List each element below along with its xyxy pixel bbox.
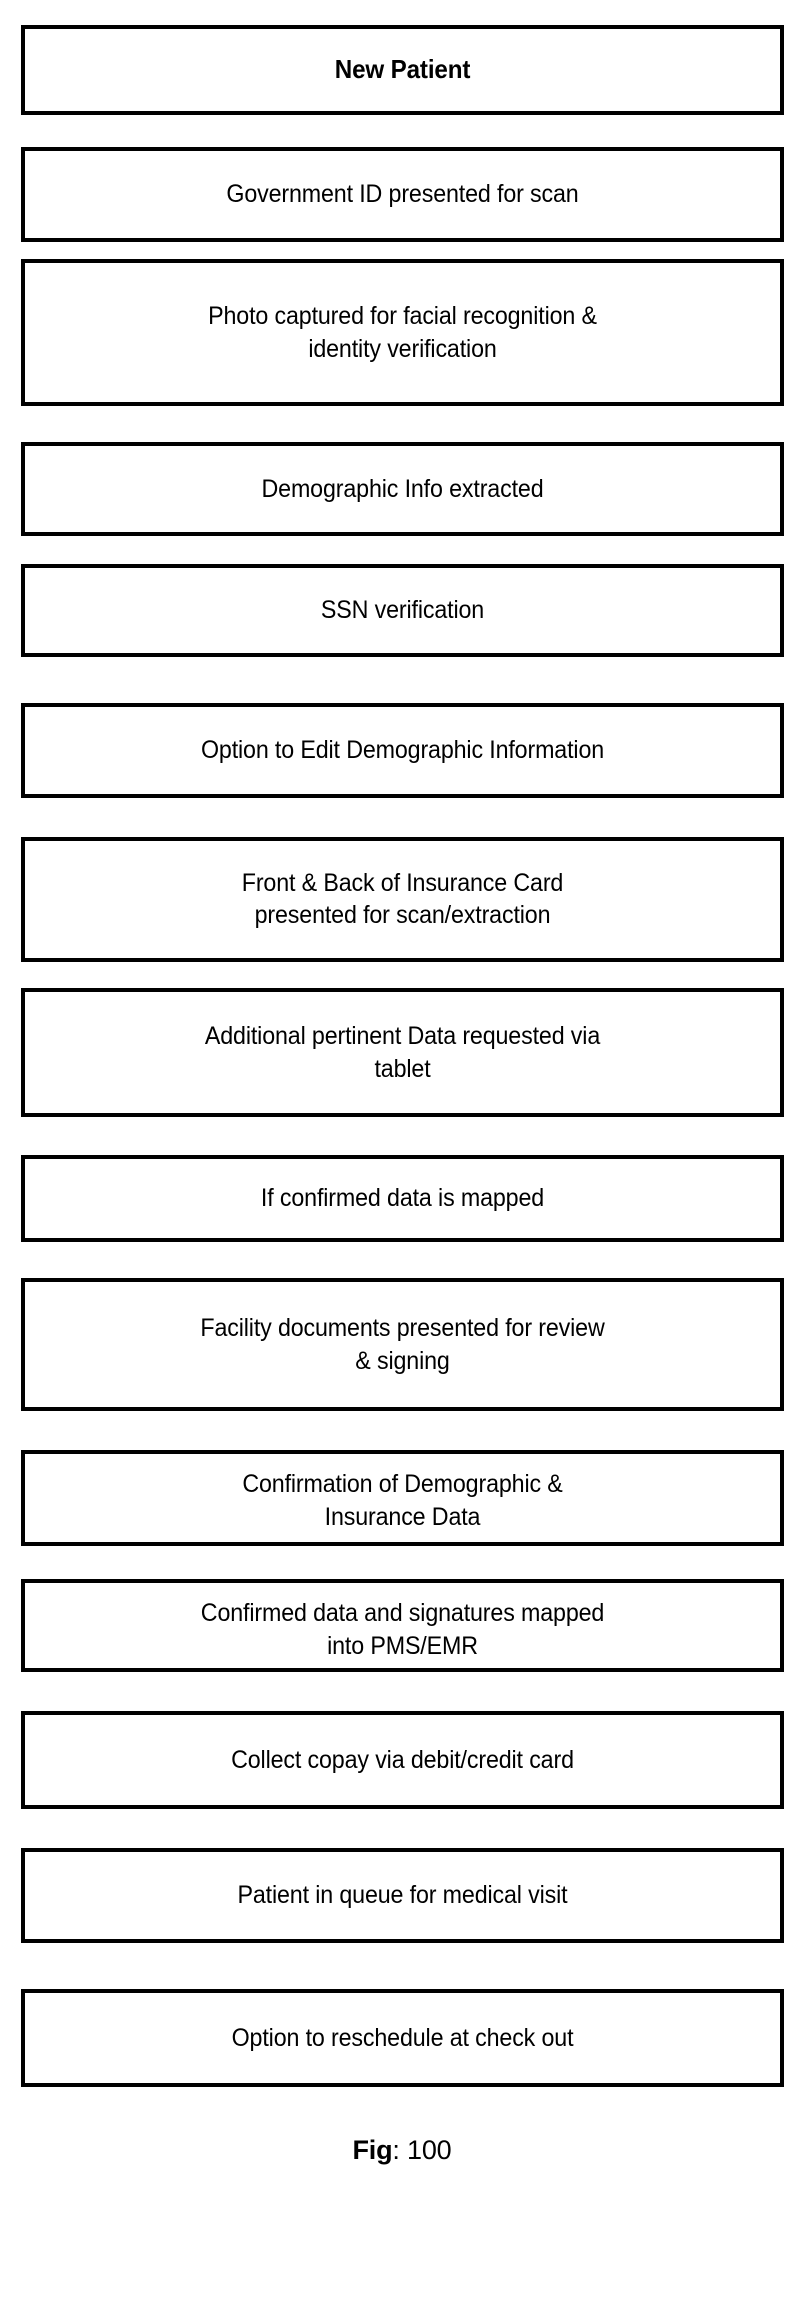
figure-caption: Fig: 100 bbox=[0, 2135, 804, 2166]
flow-box-label: Demographic Info extracted bbox=[261, 475, 544, 504]
flow-box-label: Additional pertinent Data requested via … bbox=[204, 1022, 601, 1083]
flow-box-label: Photo captured for facial recognition & … bbox=[208, 302, 597, 363]
flow-box-label: Option to Edit Demographic Information bbox=[200, 736, 605, 765]
flow-box-label: Front & Back of Insurance Card presented… bbox=[241, 868, 564, 930]
flow-box-label: Government ID presented for scan bbox=[226, 180, 579, 209]
flow-box-label: Patient in queue for medical visit bbox=[237, 1881, 568, 1910]
flow-box-confirmed-data-mapped: If confirmed data is mapped bbox=[21, 1155, 784, 1242]
flow-box-photo-facial-recognition: Photo captured for facial recognition & … bbox=[21, 259, 784, 406]
flow-box-edit-demographic-info: Option to Edit Demographic Information bbox=[21, 702, 784, 798]
flow-box-facility-documents-review: Facility documents presented for review … bbox=[21, 1278, 784, 1412]
flow-box-government-id-scan: Government ID presented for scan bbox=[21, 147, 784, 243]
flow-box-label: Option to reschedule at check out bbox=[231, 2024, 574, 2053]
flow-box-reschedule-at-checkout: Option to reschedule at check out bbox=[21, 1989, 784, 2088]
flow-box-label: New Patient bbox=[334, 54, 471, 85]
flow-box-confirmation-demographic: Confirmation of Demographic & Insurance … bbox=[21, 1450, 784, 1546]
flow-box-label: Facility documents presented for review … bbox=[200, 1314, 605, 1375]
flow-box-label: If confirmed data is mapped bbox=[260, 1184, 545, 1213]
flow-box-patient-in-queue: Patient in queue for medical visit bbox=[21, 1848, 784, 1944]
figure-caption-label: Fig bbox=[352, 2135, 393, 2166]
flow-box-collect-copay: Collect copay via debit/credit card bbox=[21, 1710, 784, 1809]
flow-box-label: Confirmed data and signatures mapped int… bbox=[200, 1599, 605, 1660]
flow-box-label: Confirmation of Demographic & Insurance … bbox=[242, 1470, 563, 1531]
flow-box-additional-data-tablet: Additional pertinent Data requested via … bbox=[21, 988, 784, 1118]
figure-caption-number: 100 bbox=[407, 2135, 452, 2166]
flow-box-demographic-info-extracted: Demographic Info extracted bbox=[21, 442, 784, 537]
flow-box-label: Collect copay via debit/credit card bbox=[231, 1745, 574, 1774]
flow-box-insurance-card-scan: Front & Back of Insurance Card presented… bbox=[21, 837, 784, 962]
flow-box-label: SSN verification bbox=[320, 596, 485, 625]
figure-caption-separator: : bbox=[392, 2135, 408, 2166]
flow-box-ssn-verification: SSN verification bbox=[21, 564, 784, 657]
flow-box-signatures-mapped-pms-emr: Confirmed data and signatures mapped int… bbox=[21, 1579, 784, 1672]
flowchart-page: New Patient Government ID presented for s… bbox=[0, 0, 804, 2308]
flow-box-new-patient: New Patient bbox=[21, 25, 784, 115]
